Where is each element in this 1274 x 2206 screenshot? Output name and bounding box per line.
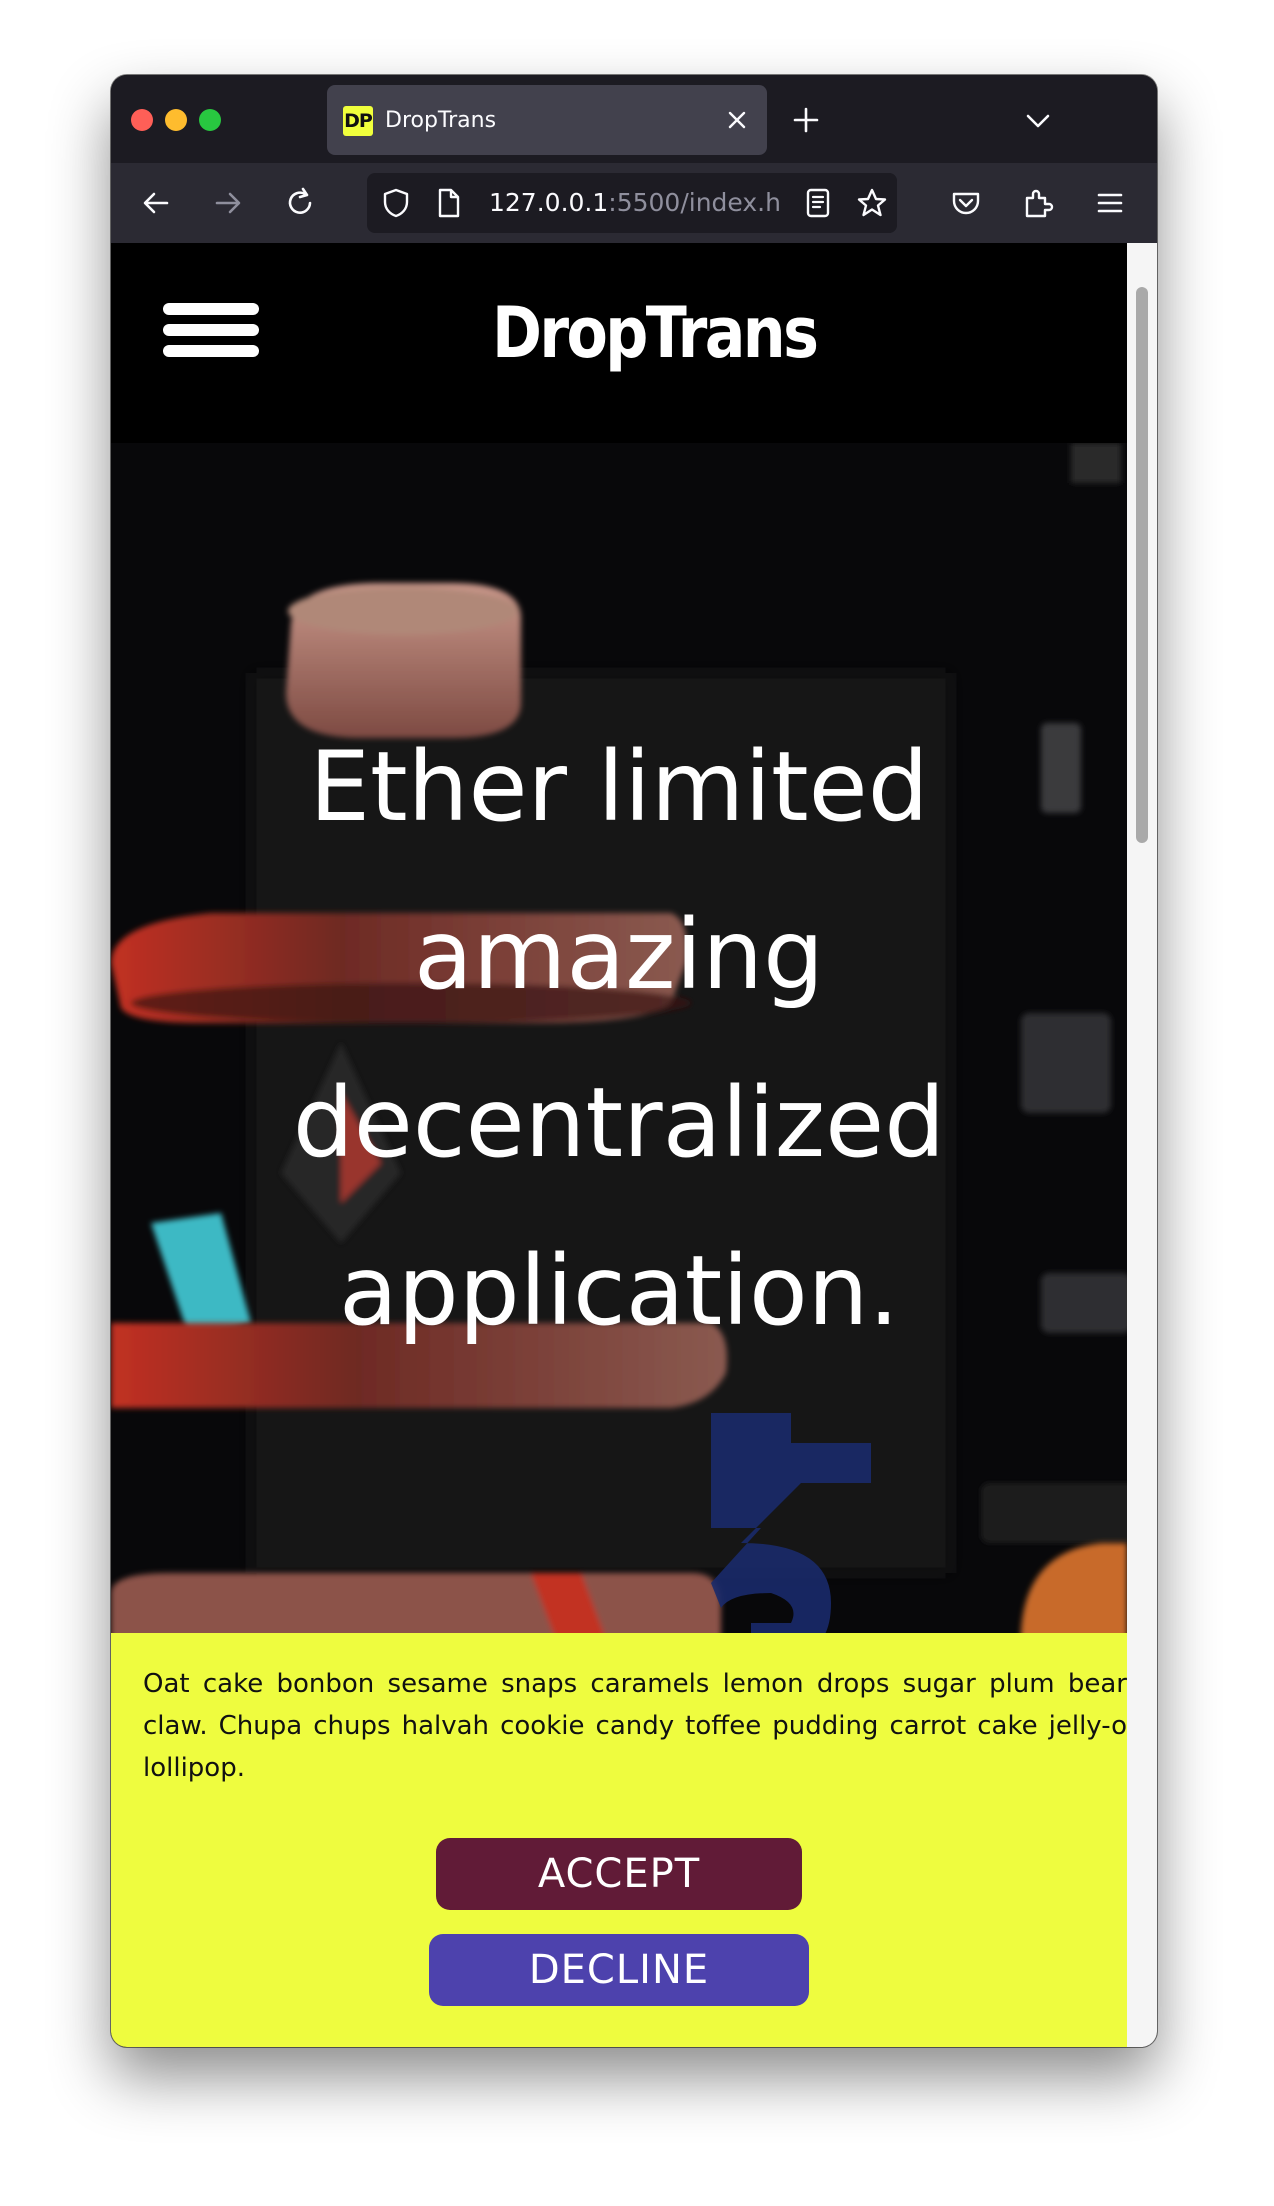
tab-droptrans[interactable]: DP DropTrans xyxy=(327,85,767,155)
page-icon[interactable] xyxy=(431,186,465,220)
decline-button[interactable]: DECLINE xyxy=(429,1934,809,2006)
hamburger-bar xyxy=(163,303,259,315)
page-viewport: DropTrans Ether limited amazing decentra… xyxy=(111,243,1127,2047)
menu-icon[interactable] xyxy=(1093,186,1127,220)
scrollbar-thumb[interactable] xyxy=(1136,287,1148,843)
hero-line: amazing xyxy=(413,899,824,1011)
hero-line: Ether limited xyxy=(309,731,929,843)
extensions-icon[interactable] xyxy=(1021,186,1055,220)
hero-line: decentralized xyxy=(292,1067,946,1179)
reader-view-icon[interactable] xyxy=(801,186,835,220)
url-bar[interactable]: 127.0.0.1:5500/index.h xyxy=(367,173,897,233)
reload-icon[interactable] xyxy=(283,186,317,220)
close-window-button[interactable] xyxy=(131,109,153,131)
hamburger-bar xyxy=(163,324,259,336)
tab-bar: DP DropTrans xyxy=(111,75,1157,163)
page-scrollbar[interactable] xyxy=(1127,243,1157,2047)
chevron-down-icon[interactable] xyxy=(1023,109,1053,133)
cookie-consent-banner: Oat cake bonbon sesame snaps caramels le… xyxy=(111,1633,1127,2047)
url-text[interactable]: 127.0.0.1:5500/index.h xyxy=(489,173,781,233)
shield-icon[interactable] xyxy=(379,186,413,220)
minimize-window-button[interactable] xyxy=(165,109,187,131)
browser-window: DP DropTrans 127.0.0.1:5500/index.h Drop… xyxy=(111,75,1157,2047)
bookmark-star-icon[interactable] xyxy=(855,186,889,220)
back-arrow-icon[interactable] xyxy=(139,186,173,220)
tab-title: DropTrans xyxy=(385,108,497,133)
pocket-icon[interactable] xyxy=(949,186,983,220)
forward-arrow-icon[interactable] xyxy=(211,186,245,220)
hero-title: Ether limited amazing decentralized appl… xyxy=(151,703,1087,1375)
hero-line: application. xyxy=(338,1235,900,1347)
url-path: :5500/index.h xyxy=(608,188,781,217)
url-host: 127.0.0.1 xyxy=(489,188,609,217)
site-logo[interactable]: DropTrans xyxy=(492,293,819,373)
navigation-toolbar: 127.0.0.1:5500/index.h xyxy=(111,163,1157,243)
close-icon[interactable] xyxy=(725,108,749,132)
hamburger-bar xyxy=(163,345,259,357)
consent-text: Oat cake bonbon sesame snaps caramels le… xyxy=(143,1669,1127,1783)
zoom-window-button[interactable] xyxy=(199,109,221,131)
hamburger-menu-button[interactable] xyxy=(163,303,259,357)
accept-button[interactable]: ACCEPT xyxy=(436,1838,802,1910)
plus-icon[interactable] xyxy=(791,105,821,135)
site-favicon-icon: DP xyxy=(343,106,373,136)
